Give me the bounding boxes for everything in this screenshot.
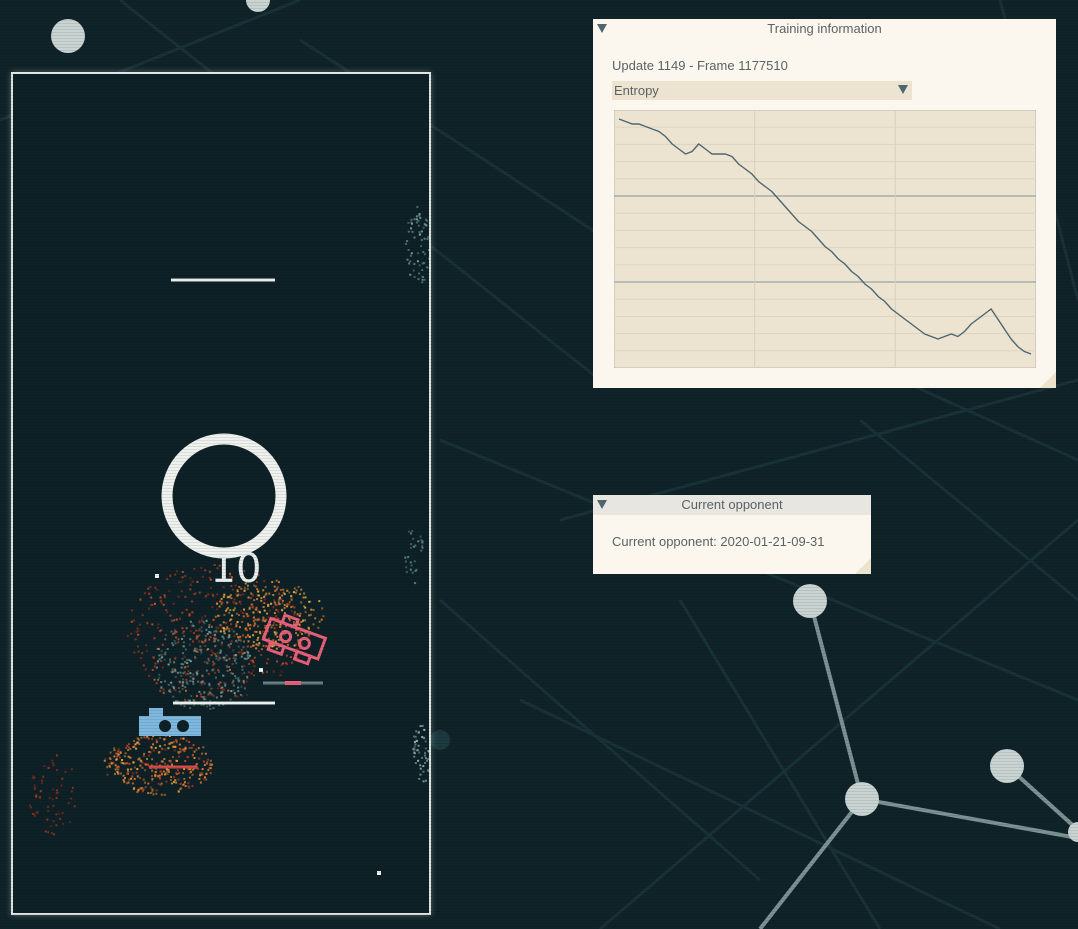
entropy-chart — [614, 110, 1036, 368]
projectile — [155, 574, 159, 578]
network-node — [51, 19, 85, 53]
network-edge — [599, 518, 1078, 929]
network-edge-highlight — [808, 600, 864, 800]
network-node — [845, 782, 879, 816]
resize-grip-icon[interactable] — [1040, 372, 1056, 388]
metric-dropdown-value: Entropy — [614, 83, 659, 98]
network-edge — [859, 418, 1078, 602]
network-edge — [439, 598, 761, 882]
current-opponent-text: Current opponent: 2020-01-21-09-31 — [612, 534, 825, 549]
network-edge-highlight — [861, 797, 1078, 840]
collapse-triangle-icon[interactable] — [597, 24, 607, 33]
network-node-faint — [430, 730, 450, 750]
projectile — [377, 871, 381, 875]
training-panel-title: Training information — [767, 21, 882, 36]
game-arena[interactable]: 10 — [11, 72, 431, 915]
resize-grip-icon[interactable] — [855, 558, 871, 574]
update-frame-text: Update 1149 - Frame 1177510 — [612, 58, 788, 73]
opponent-panel-title-bar[interactable]: Current opponent — [593, 495, 871, 515]
training-information-panel: Training information Update 1149 - Frame… — [593, 19, 1056, 388]
metric-dropdown[interactable]: Entropy — [612, 81, 912, 100]
collapse-triangle-icon[interactable] — [597, 500, 607, 509]
network-edge-highlight — [758, 797, 864, 929]
network-node — [990, 749, 1024, 783]
network-node — [246, 0, 270, 12]
network-node — [793, 584, 827, 618]
dropdown-triangle-icon[interactable] — [898, 85, 908, 94]
network-edge — [678, 599, 882, 929]
round-timer: 10 — [210, 546, 262, 592]
particle-field — [29, 205, 429, 836]
timer-ring — [161, 433, 287, 559]
player-ship — [139, 708, 201, 736]
enemy-ship — [261, 613, 328, 666]
training-panel-title-bar[interactable]: Training information — [593, 19, 1056, 39]
opponent-panel-title: Current opponent — [681, 497, 783, 512]
game-canvas — [29, 205, 429, 875]
current-opponent-panel: Current opponent Current opponent: 2020-… — [593, 495, 871, 574]
projectile — [259, 668, 263, 672]
